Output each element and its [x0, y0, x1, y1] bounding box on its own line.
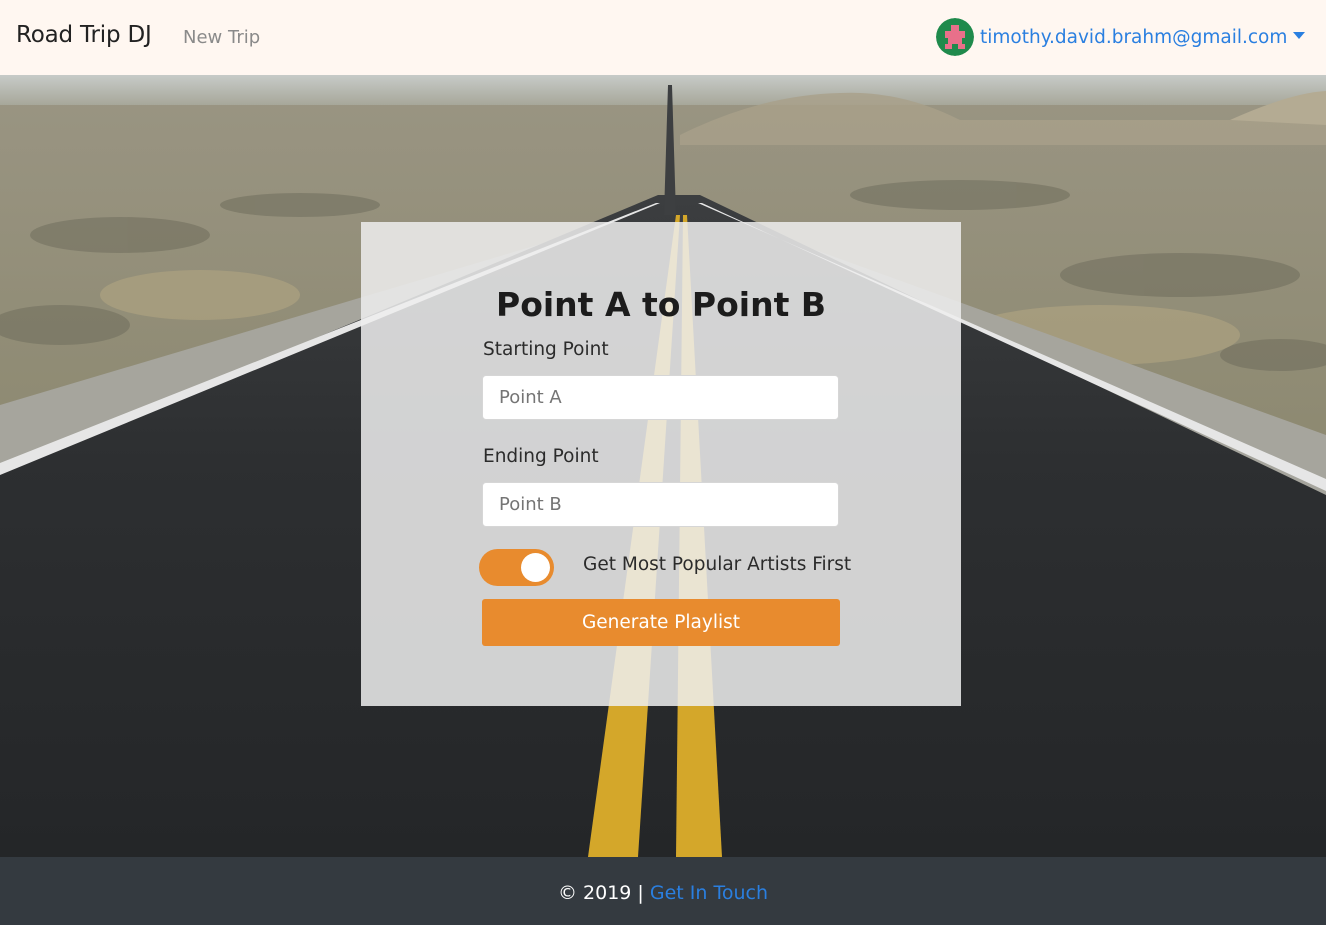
chevron-down-icon	[1293, 31, 1306, 39]
ending-point-input[interactable]	[482, 482, 839, 527]
trip-form-card: Point A to Point B Starting Point Ending…	[361, 222, 961, 706]
starting-point-input[interactable]	[482, 375, 839, 420]
user-email: timothy.david.brahm@gmail.com	[980, 26, 1288, 48]
nav-link-new-trip[interactable]: New Trip	[183, 27, 260, 48]
copyright-text: © 2019 |	[557, 882, 644, 904]
ending-point-label: Ending Point	[483, 446, 599, 467]
generate-playlist-button[interactable]: Generate Playlist	[482, 599, 840, 646]
popular-artists-toggle[interactable]	[479, 549, 554, 586]
form-title: Point A to Point B	[496, 285, 826, 324]
get-in-touch-link[interactable]: Get In Touch	[650, 882, 768, 904]
user-dropdown-toggle[interactable]: timothy.david.brahm@gmail.com	[936, 18, 1306, 56]
starting-point-label: Starting Point	[483, 339, 609, 360]
brand-logo-text[interactable]: Road Trip DJ	[16, 22, 152, 48]
toggle-knob	[521, 553, 550, 582]
footer: © 2019 | Get In Touch	[0, 857, 1326, 925]
avatar	[936, 18, 974, 56]
top-navbar: Road Trip DJ New Trip timothy.david.brah…	[0, 0, 1326, 75]
identicon-avatar-icon	[936, 18, 974, 56]
popular-artists-toggle-label: Get Most Popular Artists First	[583, 554, 852, 575]
